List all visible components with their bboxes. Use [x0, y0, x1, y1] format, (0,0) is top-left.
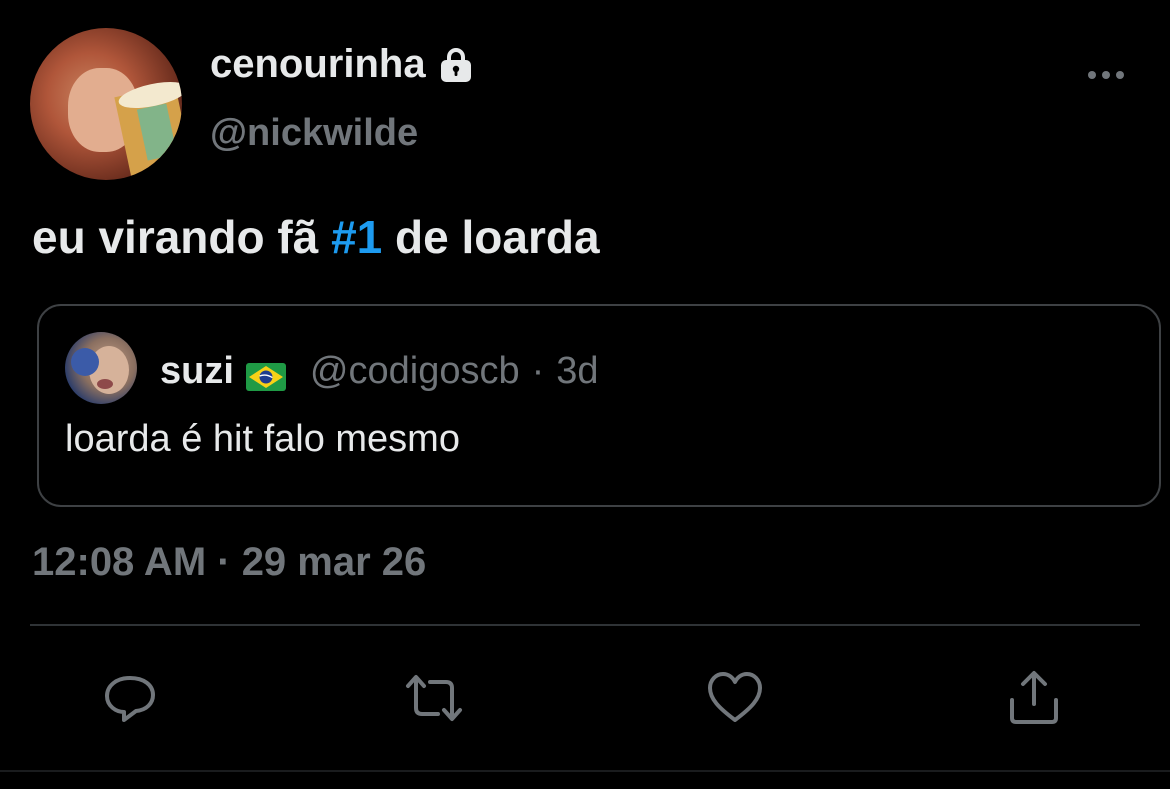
retweet-button[interactable]: [404, 668, 464, 728]
reply-icon: [105, 676, 155, 722]
quoted-author-avatar[interactable]: [65, 332, 137, 404]
quoted-separator: ·: [531, 350, 545, 392]
quoted-tweet-text: loarda é hit falo mesmo: [65, 418, 460, 460]
author-display-name-row[interactable]: cenourinha: [210, 42, 476, 87]
tweet-text: eu virando fã #1 de loarda: [32, 210, 600, 264]
bottom-divider: [0, 770, 1170, 772]
like-icon: [708, 672, 762, 722]
share-button[interactable]: [1004, 668, 1064, 728]
quoted-tweet-card[interactable]: suzi @codigoscb · 3d loarda é hit falo m…: [37, 304, 1161, 507]
like-button[interactable]: [705, 668, 765, 728]
quoted-tweet-header: suzi @codigoscb · 3d: [160, 350, 599, 393]
brazil-flag-icon: [245, 358, 286, 391]
hashtag-link[interactable]: #1: [331, 211, 382, 263]
author-display-name[interactable]: cenourinha: [210, 42, 426, 87]
author-handle[interactable]: @nickwilde: [210, 112, 418, 155]
retweet-icon: [406, 675, 462, 721]
tweet-timestamp[interactable]: 12:08 AM · 29 mar 26: [32, 540, 426, 585]
lock-icon: [436, 45, 476, 85]
quoted-handle[interactable]: @codigoscb: [310, 350, 520, 393]
reply-button[interactable]: [100, 668, 160, 728]
tweet-text-after: de loarda: [382, 211, 600, 263]
more-options-icon[interactable]: [1084, 58, 1128, 92]
quoted-age[interactable]: 3d: [556, 350, 598, 393]
share-icon: [1010, 671, 1058, 724]
quoted-display-name[interactable]: suzi: [160, 350, 234, 393]
author-avatar[interactable]: [30, 28, 182, 180]
divider: [30, 624, 1140, 626]
tweet-text-before: eu virando fã: [32, 211, 332, 263]
